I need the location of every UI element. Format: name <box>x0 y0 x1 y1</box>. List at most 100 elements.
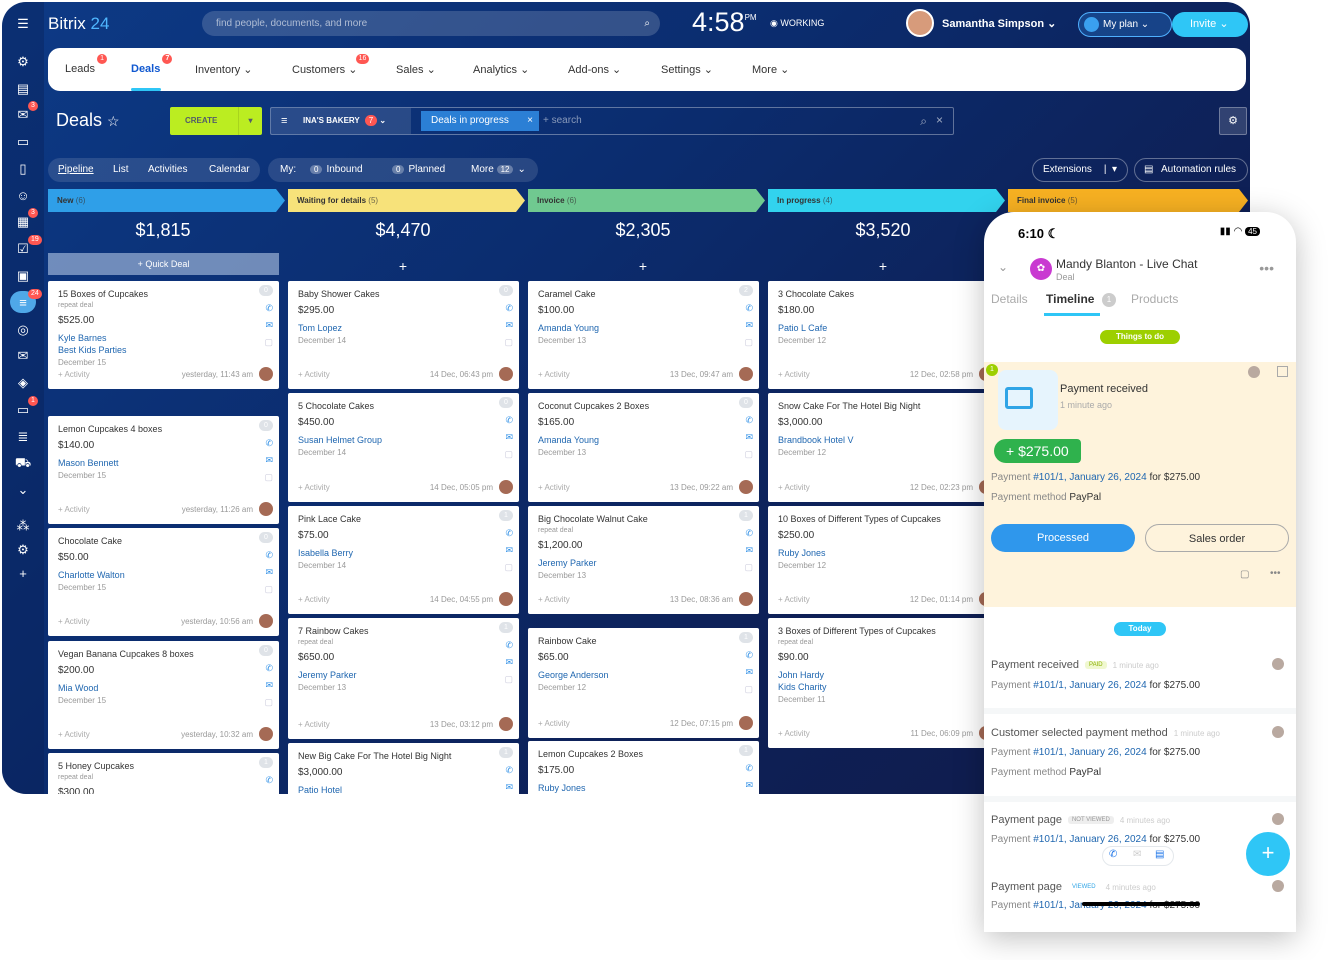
tab-details[interactable]: Details <box>991 292 1028 306</box>
counter-more[interactable]: More 12 ⌄ <box>471 164 526 175</box>
deal-card[interactable]: Vegan Banana Cupcakes 8 boxes $200.00 Mia … <box>48 641 279 749</box>
sidebar-icon-2[interactable]: ▤ <box>2 77 44 101</box>
mail-icon[interactable]: ✉ <box>2 344 44 368</box>
chat-icon[interactable]: ▢ <box>744 449 753 460</box>
mail-icon[interactable]: ✉ <box>505 320 513 331</box>
deal-card[interactable]: 5 Honey Cupcakes repeat deal $300.00 1 ✆ ✉ <box>48 753 279 794</box>
phone-icon[interactable]: ✆ <box>745 303 753 314</box>
note-icon[interactable]: ▢ <box>1240 569 1249 580</box>
filter-search-input[interactable]: + search <box>543 115 582 126</box>
mail-icon[interactable]: ✉ <box>265 792 273 794</box>
add-activity-button[interactable]: + Activity <box>58 370 90 379</box>
deal-card[interactable]: Lemon Cupcakes 4 boxes $140.00 Mason Benne… <box>48 416 279 524</box>
more-icon[interactable]: ••• <box>1259 260 1274 276</box>
chat-icon[interactable]: ▢ <box>504 449 513 460</box>
phone-icon[interactable]: ✆ <box>745 415 753 426</box>
client-link[interactable]: Jeremy Parker <box>538 558 597 568</box>
stage-header[interactable]: New (6) <box>48 189 285 212</box>
add-deal-button[interactable]: + <box>288 258 518 274</box>
tab-timeline[interactable]: Timeline <box>1046 292 1094 306</box>
phone-icon[interactable]: ✆ <box>265 303 273 314</box>
client-link[interactable]: Patio L Cafe <box>778 323 827 333</box>
client-link[interactable]: Kyle Barnes <box>58 333 107 343</box>
deal-title[interactable]: Caramel Cake <box>538 289 596 299</box>
deal-card[interactable]: Caramel Cake $100.00 Amanda Young December … <box>528 281 759 389</box>
deal-title[interactable]: Rainbow Cake <box>538 636 597 646</box>
add-deal-button[interactable]: + <box>528 258 758 274</box>
sidebar-icon-1[interactable]: ⚙ <box>2 50 44 74</box>
add-icon[interactable]: + <box>2 561 44 585</box>
deal-card[interactable]: 7 Rainbow Cakes repeat deal $650.00 Jeremy … <box>288 618 519 739</box>
mail-icon[interactable]: ✉ <box>265 680 273 691</box>
chat-icon[interactable]: ▢ <box>264 697 273 708</box>
payment-link[interactable]: #101/1, January 26, 2024 <box>1033 834 1146 845</box>
add-activity-button[interactable]: + Activity <box>538 483 570 492</box>
deal-title[interactable]: 5 Chocolate Cakes <box>298 401 374 411</box>
deal-card[interactable]: Pink Lace Cake $75.00 Isabella Berry Decemb… <box>288 506 519 614</box>
search-icon[interactable]: ⌕ <box>644 11 650 36</box>
extensions-button[interactable]: Extensions | ▾ <box>1032 158 1128 182</box>
work-status[interactable]: ◉ WORKING <box>770 18 824 29</box>
deal-title[interactable]: Chocolate Cake <box>58 536 122 546</box>
client-link[interactable]: Mia Wood <box>58 683 98 693</box>
mail-icon[interactable]: ✉ <box>265 320 273 331</box>
tab-products[interactable]: Products <box>1131 292 1178 306</box>
phone-icon[interactable]: ✆ <box>505 528 513 539</box>
chat-icon[interactable]: ▢ <box>744 337 753 348</box>
add-activity-button[interactable]: + Activity <box>778 370 810 379</box>
mail-icon[interactable]: ✉ <box>505 782 513 793</box>
chat-icon[interactable]: ▢ <box>504 337 513 348</box>
inbox-icon[interactable]: ▭ 1 <box>2 396 44 422</box>
mail-icon[interactable]: ✉ <box>505 657 513 668</box>
view-list[interactable]: List <box>113 164 129 175</box>
deal-card[interactable]: 10 Boxes of Different Types of Cupcakes $… <box>768 506 999 614</box>
star-icon[interactable]: ☆ <box>107 113 120 129</box>
deal-title[interactable]: 3 Boxes of Different Types of Cupcakes <box>778 626 936 636</box>
deal-title[interactable]: Snow Cake For The Hotel Big Night <box>778 401 920 411</box>
mail-icon[interactable]: ✉ <box>265 567 273 578</box>
close-icon[interactable]: × <box>527 111 533 131</box>
more-icon[interactable]: ••• <box>1270 568 1281 579</box>
mail-icon[interactable]: ✉ <box>745 545 753 556</box>
invite-button[interactable]: Invite ⌄ <box>1172 12 1248 37</box>
mail-icon[interactable]: ✉ <box>265 455 273 466</box>
sitemap-icon[interactable]: ⁂ <box>2 514 44 538</box>
counter-planned[interactable]: 0 Planned <box>392 164 445 175</box>
phone-icon[interactable]: ✆ <box>505 765 513 776</box>
user-menu[interactable]: Samantha Simpson ⌄ <box>942 17 1056 30</box>
add-button[interactable]: + <box>1246 832 1290 876</box>
stage-header[interactable]: Invoice (6) <box>528 189 765 212</box>
phone-icon[interactable]: ✆ <box>265 663 273 674</box>
gear-icon[interactable]: ⚙ <box>2 538 44 562</box>
filter-tag[interactable]: Deals in progress × <box>421 111 539 131</box>
stage-header[interactable]: Final invoice (5) <box>1008 189 1248 212</box>
phone-icon[interactable]: ✆ <box>265 550 273 561</box>
contacts-icon[interactable]: ▣ <box>2 264 44 288</box>
chevron-down-icon[interactable]: ⌄ <box>998 260 1008 274</box>
tab-more[interactable]: More ⌄ <box>752 63 789 76</box>
phone-icon[interactable]: ✆ <box>745 763 753 774</box>
client-link[interactable]: Amanda Young <box>538 323 599 333</box>
deal-title[interactable]: Vegan Banana Cupcakes 8 boxes <box>58 649 194 659</box>
chat-icon[interactable]: ▢ <box>264 584 273 595</box>
deal-card[interactable]: Rainbow Cake $65.00 George Anderson Decembe… <box>528 628 759 738</box>
view-calendar[interactable]: Calendar <box>209 164 250 175</box>
tab-analytics[interactable]: Analytics ⌄ <box>473 63 529 76</box>
chat-icon[interactable]: ▢ <box>504 562 513 573</box>
deal-title[interactable]: 15 Boxes of Cupcakes <box>58 289 148 299</box>
client-link[interactable]: Tom Lopez <box>298 323 342 333</box>
add-activity-button[interactable]: + Activity <box>778 729 810 738</box>
deal-card[interactable]: 15 Boxes of Cupcakes repeat deal $525.00 Ky… <box>48 281 279 389</box>
add-activity-button[interactable]: + Activity <box>298 720 330 729</box>
tab-leads[interactable]: Leads 1 <box>65 54 107 75</box>
chat-icon[interactable]: ▢ <box>744 684 753 695</box>
tab-settings[interactable]: Settings ⌄ <box>661 63 713 76</box>
add-activity-button[interactable]: + Activity <box>538 719 570 728</box>
phone-icon[interactable]: ✆ <box>505 640 513 651</box>
view-activities[interactable]: Activities <box>148 164 187 175</box>
chat-icon[interactable]: ▤ <box>1155 849 1164 860</box>
drive-icon[interactable]: ▭ <box>2 130 44 154</box>
client-link[interactable]: Brandbook Hotel V <box>778 435 854 445</box>
box-icon[interactable]: ◈ <box>2 371 44 395</box>
add-activity-button[interactable]: + Activity <box>538 370 570 379</box>
